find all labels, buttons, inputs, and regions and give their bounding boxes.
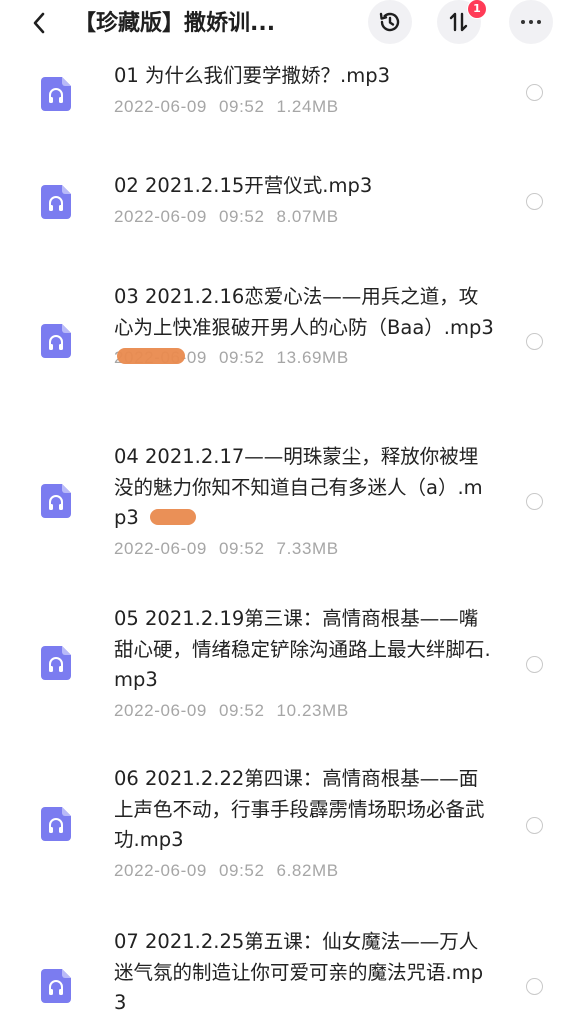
file-name: 03 2021.2.16恋爱心法——用兵之道，攻心为上快准狠破开男人的心防（Ba… <box>114 285 494 339</box>
sort-button[interactable]: 1 <box>437 0 487 44</box>
list-item[interactable]: 04 2021.2.17——明珠蒙尘，释放你被埋没的魅力你知不知道自己有多迷人（… <box>0 442 581 604</box>
file-time: 09:52 <box>218 96 265 116</box>
select-radio[interactable] <box>526 817 543 834</box>
file-time: 09:52 <box>218 538 265 558</box>
redaction-mark <box>150 509 196 525</box>
file-meta: 2022-06-09 09:52 1.24MB <box>114 95 494 119</box>
file-date: 2022-06-09 <box>114 206 207 226</box>
audio-file-icon <box>41 807 71 841</box>
notification-badge: 1 <box>467 0 487 19</box>
file-size: 1.24MB <box>276 96 339 116</box>
select-radio[interactable] <box>526 978 543 995</box>
file-meta: 2022-06-09 09:52 8.07MB <box>114 205 494 229</box>
more-button[interactable] <box>509 0 553 44</box>
audio-file-icon <box>41 185 71 219</box>
file-time: 09:52 <box>218 700 265 720</box>
file-size: 7.33MB <box>276 538 339 558</box>
audio-file-icon <box>41 324 71 358</box>
select-radio[interactable] <box>526 656 543 673</box>
top-bar: 【珍藏版】撒娇训... 1 <box>0 0 581 52</box>
audio-file-icon <box>41 646 71 680</box>
file-list-page: 【珍藏版】撒娇训... 1 01 为什么我们要学撒娇？.mp3 2022-06-… <box>0 0 581 1024</box>
file-name: 05 2021.2.19第三课：高情商根基——嘴甜心硬，情绪稳定铲除沟通路上最大… <box>114 607 491 691</box>
file-name: 02 2021.2.15开营仪式.mp3 <box>114 174 373 197</box>
select-radio[interactable] <box>526 193 543 210</box>
history-button[interactable] <box>368 0 412 44</box>
more-icon <box>521 20 541 24</box>
file-date: 2022-06-09 <box>114 700 207 720</box>
list-item[interactable]: 07 2021.2.25第五课：仙女魔法——万人迷气氛的制造让你可爱可亲的魔法咒… <box>0 924 581 1024</box>
file-size: 13.69MB <box>276 348 349 367</box>
file-name: 06 2021.2.22第四课：高情商根基——面上声色不动，行事手段霹雳情场职场… <box>114 767 485 851</box>
chevron-left-icon <box>33 12 45 34</box>
file-meta: 2022-06-09 09:52 7.33MB <box>114 537 494 561</box>
file-name: 07 2021.2.25第五课：仙女魔法——万人迷气氛的制造让你可爱可亲的魔法咒… <box>114 930 484 1014</box>
history-icon <box>379 12 400 32</box>
list-item[interactable]: 06 2021.2.22第四课：高情商根基——面上声色不动，行事手段霹雳情场职场… <box>0 764 581 924</box>
audio-file-icon <box>41 484 71 518</box>
list-item[interactable]: 02 2021.2.15开营仪式.mp3 2022-06-09 09:52 8.07… <box>0 162 581 282</box>
file-name: 01 为什么我们要学撒娇？.mp3 <box>114 64 390 87</box>
file-size: 10.23MB <box>276 700 349 720</box>
page-title: 【珍藏版】撒娇训... <box>74 11 276 36</box>
audio-file-icon <box>41 77 71 111</box>
redaction-mark <box>117 348 185 364</box>
file-date: 2022-06-09 <box>114 860 207 880</box>
file-time: 09:52 <box>218 860 265 880</box>
file-time: 09:52 <box>218 348 265 367</box>
list-item[interactable]: 05 2021.2.19第三课：高情商根基——嘴甜心硬，情绪稳定铲除沟通路上最大… <box>0 604 581 764</box>
file-size: 8.07MB <box>276 206 339 226</box>
list-item[interactable]: 03 2021.2.16恋爱心法——用兵之道，攻心为上快准狠破开男人的心防（Ba… <box>0 282 581 442</box>
audio-file-icon <box>41 969 71 1003</box>
file-date: 2022-06-09 <box>114 538 207 558</box>
file-time: 09:52 <box>218 206 265 226</box>
select-radio[interactable] <box>526 84 543 101</box>
select-radio[interactable] <box>526 333 543 350</box>
file-meta: 2022-06-09 09:52 10.23MB <box>114 699 494 723</box>
list-item[interactable]: 01 为什么我们要学撒娇？.mp3 2022-06-09 09:52 1.24MB <box>0 52 581 162</box>
file-date: 2022-06-09 <box>114 96 207 116</box>
select-radio[interactable] <box>526 493 543 510</box>
file-size: 6.82MB <box>276 860 339 880</box>
back-button[interactable] <box>24 8 54 38</box>
file-meta: 2022-06-09 09:52 6.82MB <box>114 859 494 883</box>
